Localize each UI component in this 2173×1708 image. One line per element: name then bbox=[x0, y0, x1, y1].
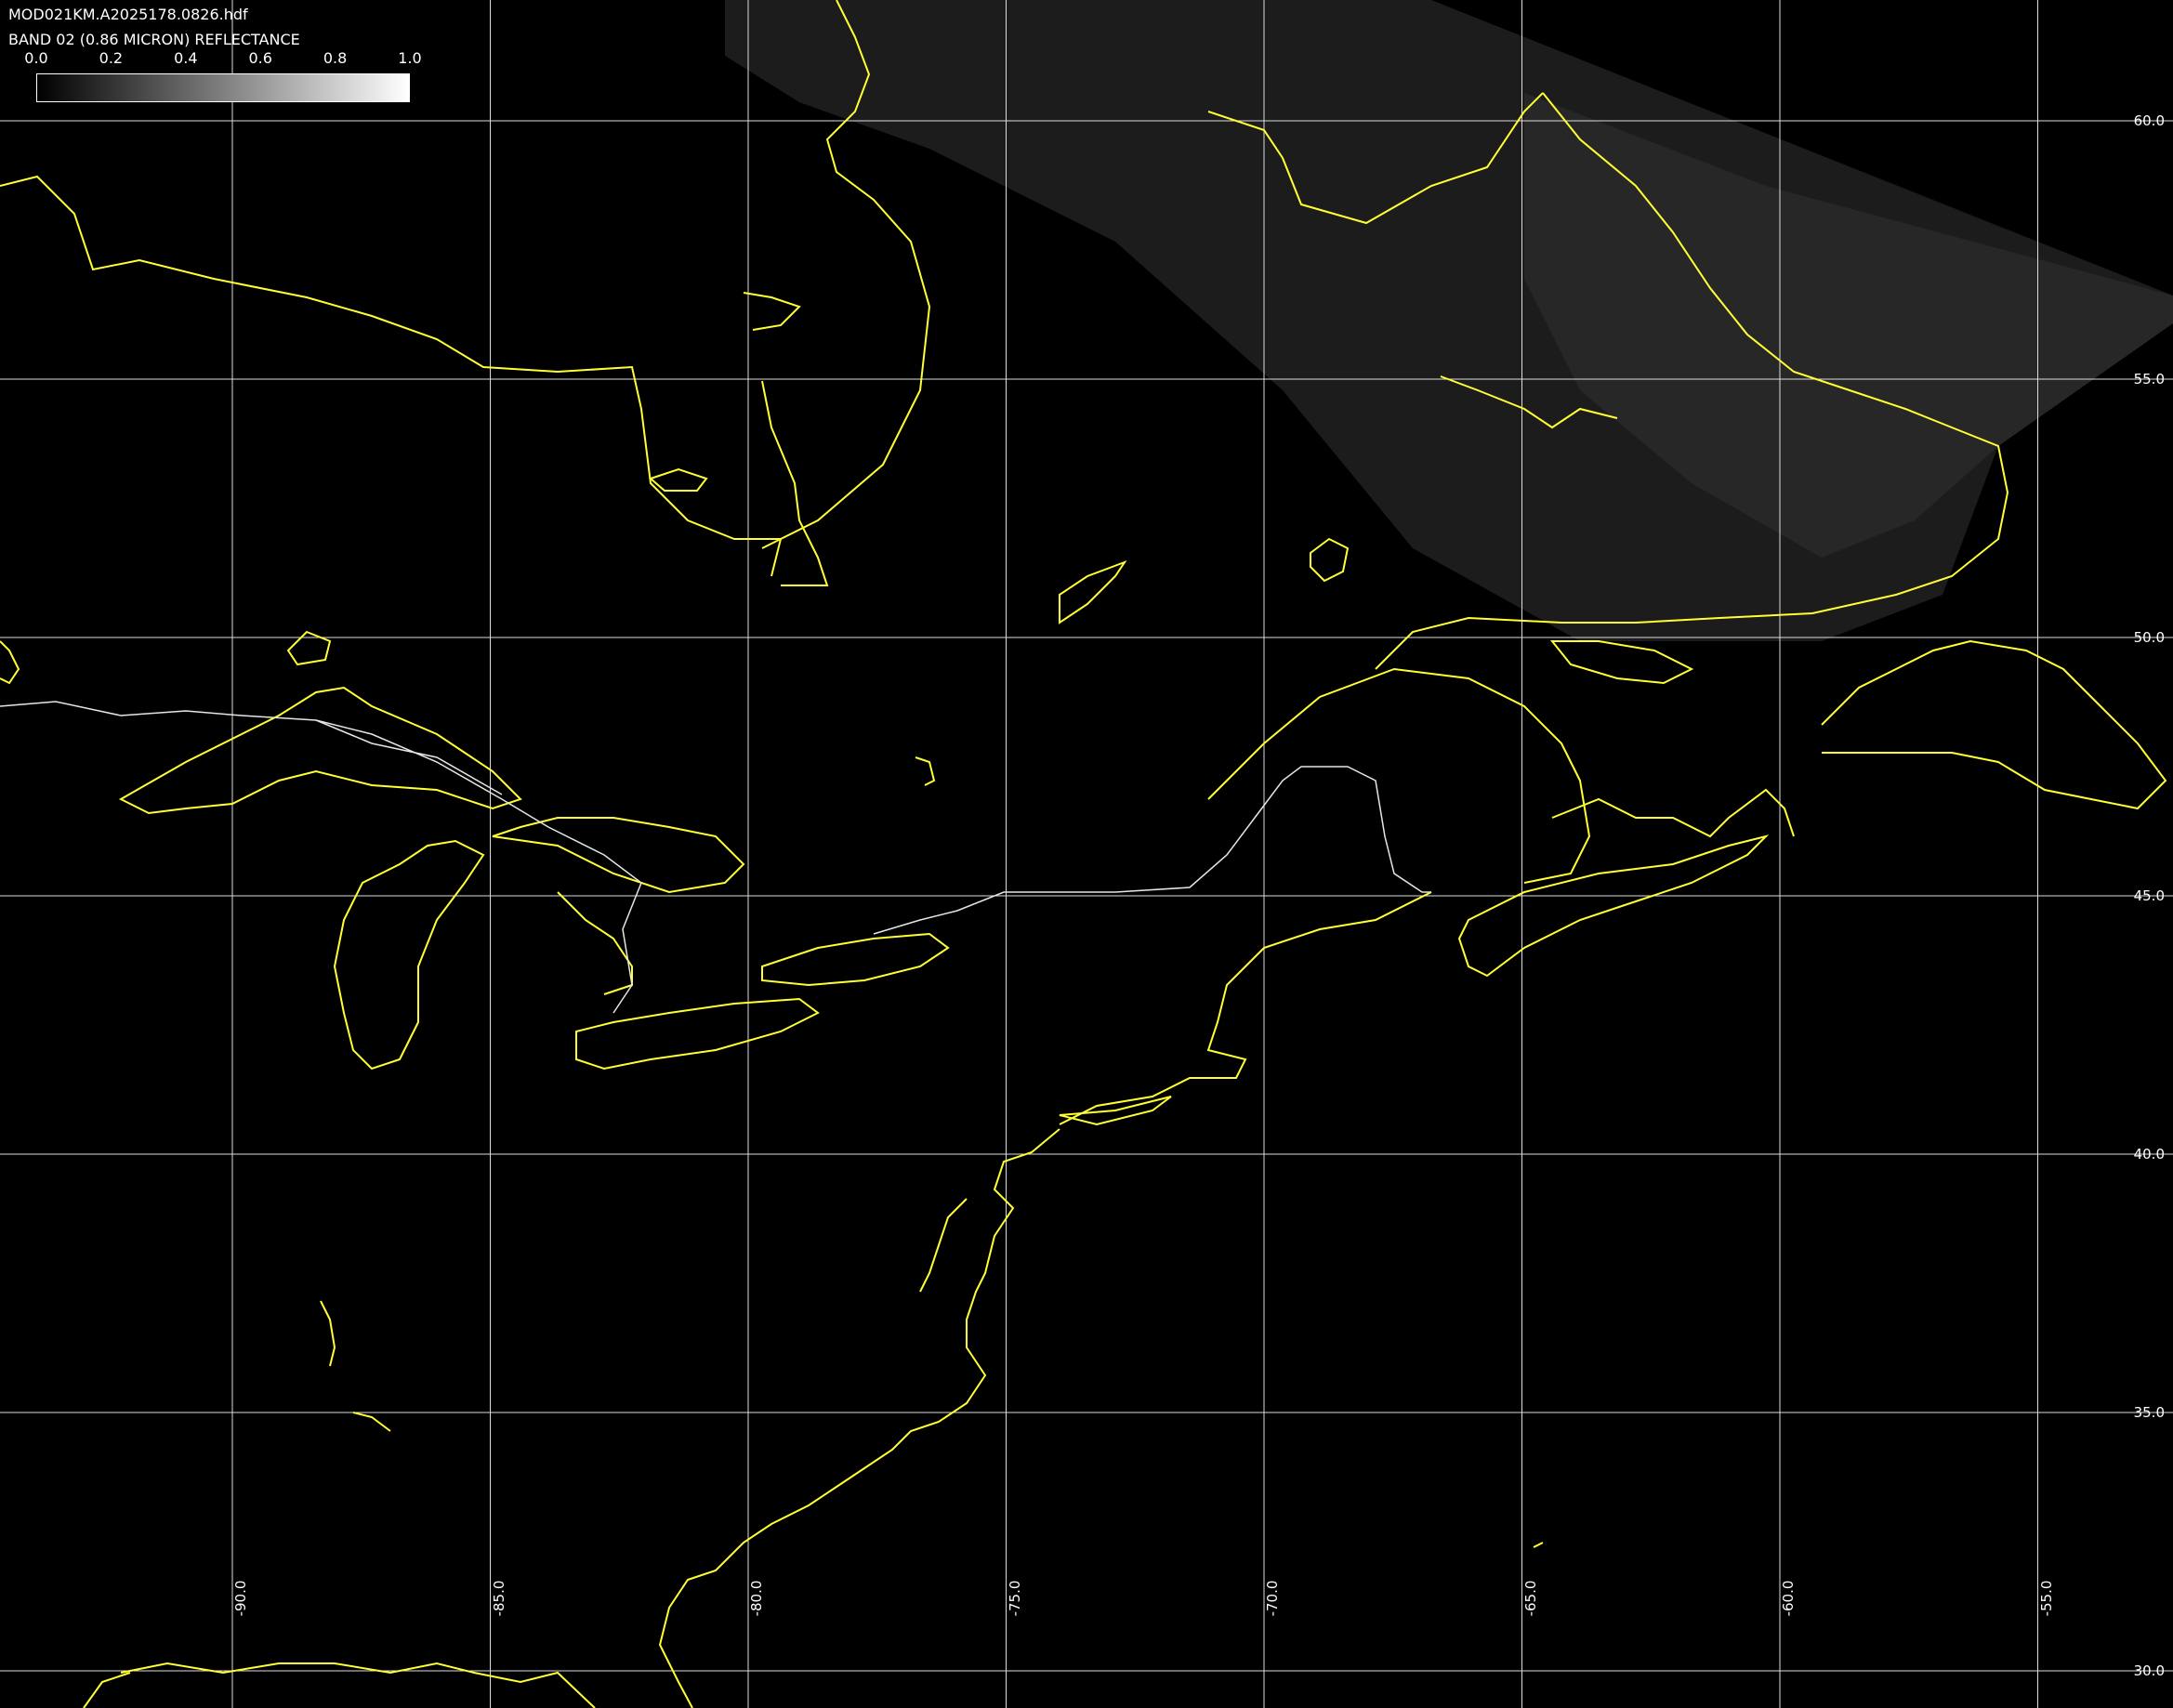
longitude-label: -85.0 bbox=[490, 1580, 507, 1617]
reflectance-colorbar bbox=[36, 73, 410, 102]
longitude-label: -80.0 bbox=[748, 1580, 765, 1617]
longitude-label: -55.0 bbox=[2037, 1580, 2055, 1617]
map-canvas bbox=[0, 0, 2173, 1708]
band-title-label: BAND 02 (0.86 MICRON) REFLECTANCE bbox=[8, 31, 300, 48]
file-name-label: MOD021KM.A2025178.0826.hdf bbox=[8, 6, 248, 23]
latitude-label: 35.0 bbox=[2133, 1404, 2165, 1421]
colorbar-tick-label: 0.0 bbox=[24, 49, 48, 67]
colorbar-tick-label: 0.6 bbox=[248, 49, 272, 67]
colorbar-tick-label: 1.0 bbox=[398, 49, 422, 67]
latitude-label: 60.0 bbox=[2133, 112, 2165, 129]
latitude-label: 55.0 bbox=[2133, 371, 2165, 388]
latitude-label: 50.0 bbox=[2133, 629, 2165, 646]
latitude-label: 45.0 bbox=[2133, 887, 2165, 904]
longitude-label: -65.0 bbox=[1521, 1580, 1539, 1617]
longitude-label: -75.0 bbox=[1006, 1580, 1023, 1617]
longitude-label: -70.0 bbox=[1264, 1580, 1281, 1617]
satellite-image-viewer: MOD021KM.A2025178.0826.hdf BAND 02 (0.86… bbox=[0, 0, 2173, 1708]
latitude-label: 40.0 bbox=[2133, 1146, 2165, 1163]
colorbar-tick-label: 0.4 bbox=[174, 49, 198, 67]
colorbar-tick-label: 0.2 bbox=[99, 49, 124, 67]
longitude-label: -60.0 bbox=[1780, 1580, 1797, 1617]
colorbar-tick-label: 0.8 bbox=[323, 49, 348, 67]
latitude-label: 30.0 bbox=[2133, 1662, 2165, 1679]
longitude-label: -90.0 bbox=[232, 1580, 249, 1617]
